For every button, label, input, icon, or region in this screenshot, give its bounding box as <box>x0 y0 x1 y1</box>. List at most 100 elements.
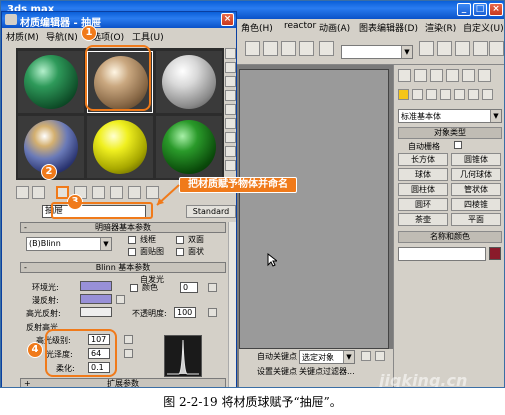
motion-tab-icon[interactable] <box>446 69 459 82</box>
cylinder-button[interactable]: 圆柱体 <box>398 183 448 196</box>
opacity-map-button[interactable] <box>208 308 217 317</box>
diffuse-map-button[interactable] <box>116 295 125 304</box>
mirror-icon[interactable] <box>319 41 334 56</box>
blinn-basic-rollout[interactable]: - Blinn 基本参数 <box>20 262 226 273</box>
select-by-material-icon[interactable] <box>225 146 236 157</box>
auto-key-label[interactable]: 自动关键点 <box>257 351 297 362</box>
viewport-left[interactable] <box>239 69 389 349</box>
self-illum-color-checkbox[interactable] <box>130 284 138 292</box>
spinner-snap-icon[interactable] <box>299 41 314 56</box>
utilities-tab-icon[interactable] <box>478 69 491 82</box>
percent-snap-icon[interactable] <box>281 41 296 56</box>
video-check-icon[interactable] <box>225 104 236 115</box>
specular-swatch[interactable] <box>80 307 112 317</box>
options-icon[interactable] <box>225 132 236 143</box>
pyramid-button[interactable]: 四棱锥 <box>451 198 501 211</box>
torus-button[interactable]: 圆环 <box>398 198 448 211</box>
put-to-scene-icon[interactable] <box>32 186 45 199</box>
copy-material-icon[interactable] <box>92 186 105 199</box>
menu-utilities[interactable]: 工具(U) <box>132 30 164 43</box>
menu-reactor[interactable]: reactor <box>284 21 316 31</box>
faceted-checkbox[interactable] <box>176 248 184 256</box>
opacity-spinner[interactable]: 100 <box>174 307 196 318</box>
geometry-icon[interactable] <box>398 89 409 100</box>
sample-slot[interactable] <box>87 116 153 178</box>
sample-slot[interactable] <box>18 51 84 113</box>
face-map-checkbox[interactable] <box>128 248 136 256</box>
two-sided-checkbox[interactable] <box>176 236 184 244</box>
get-material-icon[interactable] <box>16 186 29 199</box>
material-editor-menubar: 材质(M) 导航(N) 选项(O) 工具(U) <box>2 28 236 43</box>
diffuse-swatch[interactable] <box>80 294 112 304</box>
object-color-swatch[interactable] <box>489 247 501 260</box>
helpers-icon[interactable] <box>454 89 465 100</box>
specular-level-map-button[interactable] <box>124 335 133 344</box>
systems-icon[interactable] <box>482 89 493 100</box>
quick-render-icon[interactable] <box>489 41 504 56</box>
named-selection-combo[interactable]: ▼ <box>341 45 413 59</box>
teapot-button[interactable]: 茶壶 <box>398 213 448 226</box>
self-illum-spinner[interactable]: 0 <box>180 282 198 293</box>
hierarchy-tab-icon[interactable] <box>430 69 443 82</box>
name-color-rollout[interactable]: 名称和颜色 <box>398 231 502 243</box>
shader-dropdown[interactable]: (B)Blinn ▼ <box>26 237 112 251</box>
object-name-field[interactable] <box>398 247 486 261</box>
layer-icon[interactable] <box>437 41 452 56</box>
close-button[interactable]: × <box>489 3 503 16</box>
sample-slot[interactable] <box>156 51 222 113</box>
backlight-icon[interactable] <box>225 62 236 73</box>
primitive-type-dropdown[interactable]: 标准基本体 ▼ <box>398 109 502 123</box>
menu-material[interactable]: 材质(M) <box>6 30 39 43</box>
modify-tab-icon[interactable] <box>414 69 427 82</box>
material-editor-scrollbar[interactable] <box>228 222 236 387</box>
snap-icon[interactable] <box>245 41 260 56</box>
self-illum-map-button[interactable] <box>208 283 217 292</box>
menu-character[interactable]: 角色(H) <box>241 21 273 34</box>
key-filters-button[interactable]: 关键点过滤器... <box>299 366 355 377</box>
cone-button[interactable]: 圆锥体 <box>451 153 501 166</box>
make-preview-icon[interactable] <box>225 118 236 129</box>
extended-params-rollout[interactable]: + 扩展参数 <box>20 378 226 387</box>
shapes-icon[interactable] <box>412 89 423 100</box>
render-icon[interactable] <box>473 41 488 56</box>
object-type-rollout[interactable]: 对象类型 <box>398 127 502 139</box>
maximize-button[interactable]: □ <box>473 3 487 16</box>
menu-animation[interactable]: 动画(A) <box>319 21 350 34</box>
menu-graph-editors[interactable]: 图表编辑器(D) <box>359 21 418 34</box>
box-button[interactable]: 长方体 <box>398 153 448 166</box>
put-to-library-icon[interactable] <box>128 186 141 199</box>
sample-slot[interactable] <box>156 116 222 178</box>
material-editor-icon[interactable] <box>455 41 470 56</box>
plane-button[interactable]: 平面 <box>451 213 501 226</box>
minimize-button[interactable]: _ <box>457 3 471 16</box>
geosphere-button[interactable]: 几何球体 <box>451 168 501 181</box>
material-type-button[interactable]: Standard <box>186 205 236 218</box>
menu-navigation[interactable]: 导航(N) <box>46 30 78 43</box>
uv-tiling-icon[interactable] <box>225 90 236 101</box>
align-icon[interactable] <box>419 41 434 56</box>
sample-type-icon[interactable] <box>225 48 236 59</box>
wire-checkbox[interactable] <box>128 236 136 244</box>
tube-button[interactable]: 管状体 <box>451 183 501 196</box>
cameras-icon[interactable] <box>440 89 451 100</box>
material-navigator-icon[interactable] <box>225 160 236 171</box>
autogrid-checkbox[interactable] <box>454 141 462 149</box>
menu-customize[interactable]: 自定义(U) <box>463 21 504 34</box>
spacewarps-icon[interactable] <box>468 89 479 100</box>
angle-snap-icon[interactable] <box>263 41 278 56</box>
display-tab-icon[interactable] <box>462 69 475 82</box>
lights-icon[interactable] <box>426 89 437 100</box>
menu-rendering[interactable]: 渲染(R) <box>425 21 456 34</box>
ambient-swatch[interactable] <box>80 281 112 291</box>
make-unique-icon[interactable] <box>110 186 123 199</box>
selected-combo[interactable]: 选定对象 ▼ <box>299 350 355 364</box>
shader-basic-rollout[interactable]: - 明暗器基本参数 <box>20 222 226 233</box>
sphere-button[interactable]: 球体 <box>398 168 448 181</box>
set-key-label[interactable]: 设置关键点 <box>257 366 297 377</box>
create-tab-icon[interactable] <box>398 69 411 82</box>
background-icon[interactable] <box>225 76 236 87</box>
glossiness-map-button[interactable] <box>124 349 133 358</box>
editor-close-button[interactable]: × <box>221 13 234 26</box>
next-frame-icon[interactable] <box>375 351 385 361</box>
play-icon[interactable] <box>361 351 371 361</box>
